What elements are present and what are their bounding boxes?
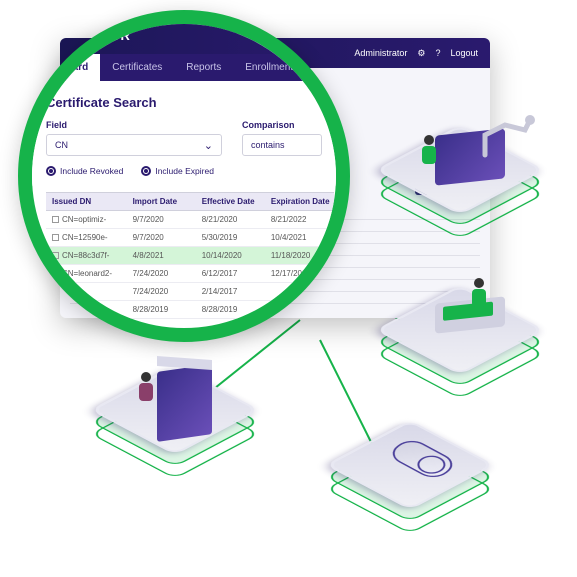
tab-reports[interactable]: Reports [174,54,233,81]
tab-certificates[interactable]: Certificates [100,54,174,81]
row-checkbox-icon[interactable] [52,306,59,313]
table-row[interactable]: CN=leonard2-7/24/20206/12/201712/17/2020 [46,265,334,283]
include-revoked-radio[interactable]: Include Revoked [46,166,123,176]
table-header: Issued DNImport DateEffective DateExpira… [46,193,334,211]
robot-arm-icon [475,105,545,175]
row-checkbox-icon[interactable] [52,270,59,277]
table-row[interactable]: CN=optimiz-9/7/20208/21/20208/21/2022 [46,211,334,229]
user-label: Administrator [354,48,407,58]
gear-icon[interactable]: ⚙ [417,48,425,59]
comparison-label: Comparison [242,120,322,130]
field-label: Field [46,120,222,130]
row-checkbox-icon[interactable] [52,234,59,241]
tab-enrollment[interactable]: Enrollment [233,54,305,81]
row-checkbox-icon[interactable] [52,252,59,259]
row-checkbox-icon[interactable] [52,216,59,223]
help-icon[interactable]: ? [435,48,440,58]
brand-logo: KEYFACTOR [46,28,130,43]
chevron-down-icon: ⌄ [204,139,213,152]
row-checkbox-icon[interactable] [52,288,59,295]
field-select[interactable]: CN ⌄ [46,134,222,156]
column-header[interactable]: Effective Date [196,193,265,210]
kiosk-icon [157,364,212,442]
table-row[interactable]: 8/28/20198/28/2019 [46,301,334,319]
column-header[interactable]: Import Date [127,193,196,210]
main-tabs: DashboardCertificatesReportsEnrollmentWo… [24,54,344,81]
table-row[interactable]: CN=88c3d7f-4/8/202110/14/202011/18/2020 [46,247,334,265]
device-platform-remote [350,405,500,555]
magnifier-lens: KEYFACTOR DashboardCertificatesReportsEn… [18,10,350,342]
device-platform-manufacturing [400,110,550,260]
panel-title: Certificate Search [46,95,322,110]
include-expired-radio[interactable]: Include Expired [141,166,214,176]
tab-dashboard[interactable]: Dashboard [24,54,100,81]
comparison-select[interactable]: contains [242,134,322,156]
column-header[interactable]: Expiration Date [265,193,334,210]
logout-link[interactable]: Logout [450,48,478,58]
device-platform-kiosk [115,350,265,500]
radio-icon [46,166,56,176]
table-row[interactable]: 7/24/20202/14/2017 [46,283,334,301]
column-header[interactable]: Issued DN [46,193,127,210]
results-table: Issued DNImport DateEffective DateExpira… [46,192,334,319]
certificate-search-panel: Certificate Search Field CN ⌄ Comparison… [24,81,344,186]
radio-icon [141,166,151,176]
table-row[interactable]: CN=12590e-9/7/20205/30/201910/4/2021 [46,229,334,247]
device-platform-conveyor [400,270,550,420]
